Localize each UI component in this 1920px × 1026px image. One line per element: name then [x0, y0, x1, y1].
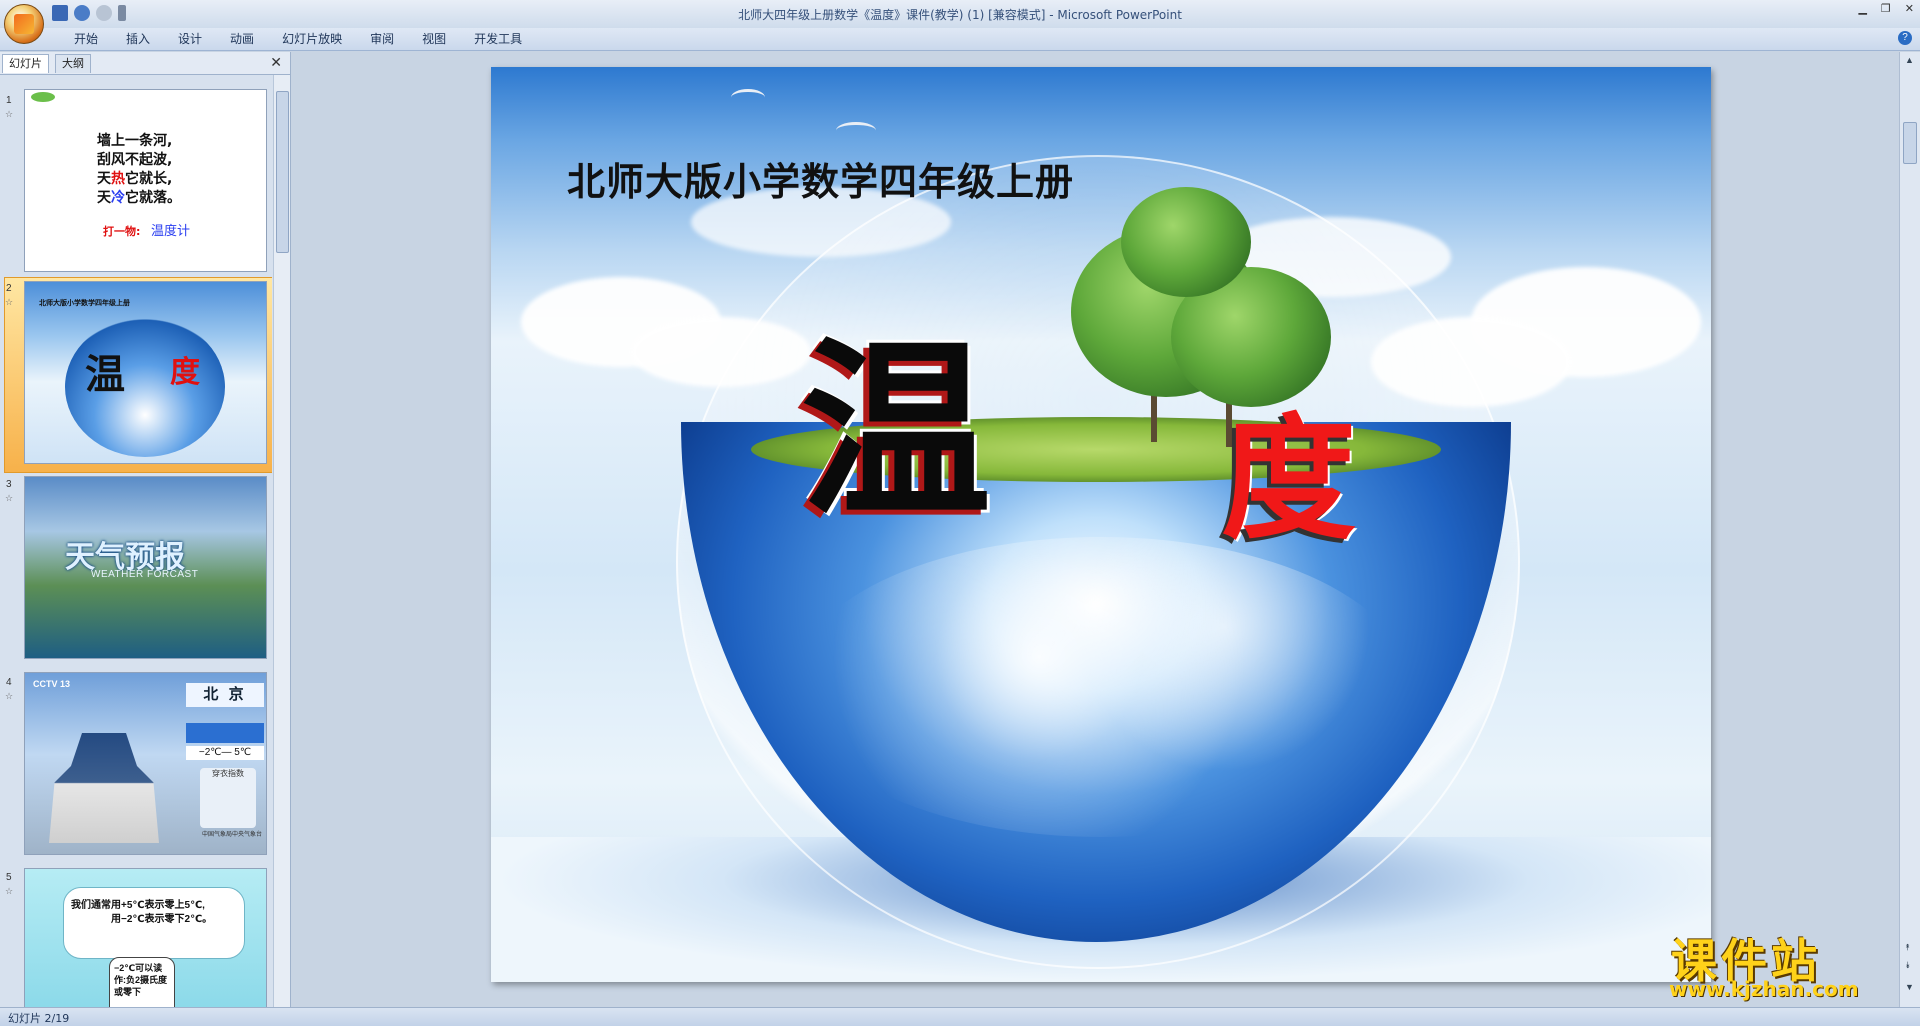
minimize-icon[interactable]: ▁: [1858, 2, 1866, 15]
city-label: 北 京: [186, 683, 264, 707]
ribbon-tabs: 开始 插入 设计 动画 幻灯片放映 审阅 视图 开发工具: [60, 31, 536, 47]
slide-thumbnail-1[interactable]: 墙上一条河, 刮风不起波, 天热它就长, 天冷它就落。 打一物: 温度计: [24, 89, 267, 272]
slides-panel: 幻灯片 大纲 ✕ 1 ☆ 墙上一条河, 刮风不起波, 天热它就长, 天冷它就落。…: [0, 52, 291, 1007]
temperature-text: 我们通常用+5℃表示零上5℃, 用−2℃表示零下2℃。: [71, 900, 213, 925]
slide-number: 4: [6, 677, 12, 688]
weather-title-en: WEATHER FORCAST: [91, 569, 199, 580]
temperature-range: −2℃— 5℃: [186, 746, 264, 760]
tab-animations[interactable]: 动画: [216, 31, 268, 47]
panel-tabs: 幻灯片 大纲 ✕: [0, 52, 290, 75]
tab-design[interactable]: 设计: [164, 31, 216, 47]
thumbnail-list: 1 ☆ 墙上一条河, 刮风不起波, 天热它就长, 天冷它就落。 打一物: 温度计…: [0, 75, 272, 1007]
animation-star-icon: ☆: [5, 691, 14, 701]
office-logo-icon: [14, 14, 34, 34]
slide-char-du[interactable]: 度: [1221, 412, 1356, 547]
slide-number: 5: [6, 872, 12, 883]
slide-thumbnail-3[interactable]: 天气预报 WEATHER FORCAST: [24, 476, 267, 659]
speech-bubble: −2℃可以读作:负2摄氏度或零下: [109, 957, 175, 1007]
watermark: 课件站 www.kjzhan.com: [1667, 925, 1907, 1003]
editor-scrollbar[interactable]: ▲ ⯭ ⯯ ▼: [1899, 52, 1920, 1007]
slide-thumbnail-4[interactable]: CCTV 13 北 京 −2℃— 5℃ 穿衣指数 中国气象局中央气象台: [24, 672, 267, 855]
close-icon[interactable]: ✕: [1905, 2, 1914, 15]
title-bar: 北师大四年级上册数学《温度》课件(教学) (1) [兼容模式] - Micros…: [0, 0, 1920, 29]
seagull-image: [731, 89, 765, 106]
tab-view[interactable]: 视图: [408, 31, 460, 47]
temple-image: [49, 733, 159, 843]
tab-review[interactable]: 审阅: [356, 31, 408, 47]
weather-icon-bar: [186, 723, 264, 743]
dress-index-box: 穿衣指数: [200, 768, 256, 828]
cctv-logo: CCTV 13: [33, 679, 71, 689]
globe-clouds: [791, 537, 1411, 837]
animation-star-icon: ☆: [5, 297, 14, 307]
slide-thumbnail-2[interactable]: 北师大版小学数学四年级上册 温 度: [24, 281, 267, 464]
source-label: 中国气象局中央气象台: [201, 832, 262, 838]
window-controls: ▁ ❐ ✕: [1858, 2, 1914, 15]
tree-image: [1121, 187, 1251, 297]
slide-number: 3: [6, 479, 12, 490]
status-bar: 幻灯片 2/19: [0, 1007, 1920, 1026]
slide-canvas[interactable]: 北师大版小学数学四年级上册 温 度: [491, 67, 1711, 982]
slide-title[interactable]: 北师大版小学数学四年级上册: [567, 151, 1074, 206]
close-panel-icon[interactable]: ✕: [270, 54, 282, 71]
tab-developer[interactable]: 开发工具: [460, 31, 536, 47]
thumb-char-wen: 温: [85, 353, 125, 397]
slide-number: 1: [6, 95, 12, 106]
slide-char-wen[interactable]: 温: [801, 337, 991, 527]
tab-slides[interactable]: 幻灯片: [2, 54, 49, 73]
slide-number: 2: [6, 283, 12, 294]
thumb-title: 北师大版小学数学四年级上册: [39, 300, 130, 307]
thumb-char-du: 度: [170, 356, 200, 389]
seagull-image: [836, 122, 876, 139]
riddle-poem: 墙上一条河, 刮风不起波, 天热它就长, 天冷它就落。: [97, 133, 181, 206]
animation-star-icon: ☆: [5, 493, 14, 503]
restore-icon[interactable]: ❐: [1881, 2, 1891, 15]
scroll-up-icon[interactable]: ▲: [1905, 55, 1914, 65]
tab-outline[interactable]: 大纲: [55, 54, 91, 73]
tab-home[interactable]: 开始: [60, 31, 112, 47]
scrollbar-thumb[interactable]: [1903, 122, 1917, 164]
riddle-answer-line: 打一物: 温度计: [103, 224, 190, 239]
office-button[interactable]: [4, 4, 44, 44]
window-title: 北师大四年级上册数学《温度》课件(教学) (1) [兼容模式] - Micros…: [738, 8, 1182, 22]
scrollbar-thumb[interactable]: [276, 91, 289, 253]
leaf-decoration: [31, 92, 55, 102]
animation-star-icon: ☆: [5, 109, 14, 119]
tab-insert[interactable]: 插入: [112, 31, 164, 47]
watermark-url: www.kjzhan.com: [1669, 977, 1859, 1001]
ribbon: 开始 插入 设计 动画 幻灯片放映 审阅 视图 开发工具 ?: [0, 28, 1920, 51]
help-icon[interactable]: ?: [1898, 31, 1912, 45]
slide-thumbnail-5[interactable]: 我们通常用+5℃表示零上5℃, 用−2℃表示零下2℃。 −2℃可以读作:负2摄氏…: [24, 868, 267, 1007]
panel-scrollbar[interactable]: [273, 75, 290, 1007]
tab-slideshow[interactable]: 幻灯片放映: [268, 31, 356, 47]
slide-counter: 幻灯片 2/19: [8, 1012, 70, 1025]
animation-star-icon: ☆: [5, 886, 14, 896]
